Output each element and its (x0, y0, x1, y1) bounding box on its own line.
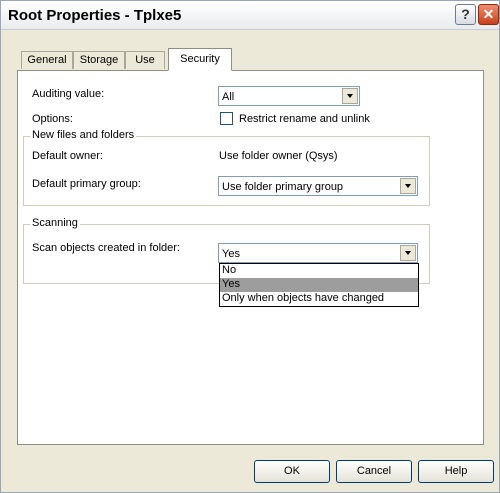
chevron-down-icon[interactable] (400, 245, 416, 261)
scan-option-no[interactable]: No (220, 264, 418, 278)
tab-storage-label: Storage (79, 54, 119, 66)
tab-security[interactable]: Security (168, 48, 232, 71)
chevron-down-icon[interactable] (342, 88, 358, 104)
default-group-value: Use folder primary group (222, 181, 344, 193)
cancel-button[interactable]: Cancel (336, 460, 412, 483)
default-group-label: Default primary group: (32, 178, 141, 190)
auditing-label: Auditing value: (32, 88, 105, 100)
scan-select[interactable]: Yes (218, 243, 418, 263)
scan-dropdown-list: No Yes Only when objects have changed (219, 263, 419, 307)
default-owner-value: Use folder owner (Qsys) (219, 150, 338, 162)
auditing-select[interactable]: All (218, 86, 360, 106)
new-files-legend: New files and folders (30, 129, 137, 141)
window-title: Root Properties - Tplxe5 (8, 7, 182, 24)
tab-storage[interactable]: Storage (73, 51, 125, 69)
tab-general-label: General (27, 54, 67, 66)
tab-security-label: Security (180, 53, 220, 65)
options-label: Options: (32, 113, 73, 125)
tab-use-label: Use (135, 54, 155, 66)
restrict-checkbox[interactable] (220, 112, 233, 125)
chevron-down-icon[interactable] (400, 178, 416, 194)
ok-button[interactable]: OK (254, 460, 330, 483)
default-group-select[interactable]: Use folder primary group (218, 176, 418, 196)
default-owner-label: Default owner: (32, 150, 103, 162)
tab-general[interactable]: General (21, 51, 73, 69)
properties-dialog: Root Properties - Tplxe5 ? ✕ General Sto… (0, 0, 500, 493)
scan-value: Yes (222, 248, 240, 260)
scanning-legend: Scanning (30, 217, 80, 229)
title-bar[interactable]: Root Properties - Tplxe5 ? ✕ (1, 1, 499, 30)
restrict-label: Restrict rename and unlink (239, 113, 370, 125)
help-icon[interactable]: ? (455, 4, 476, 25)
scan-option-yes[interactable]: Yes (220, 278, 418, 292)
tab-use[interactable]: Use (125, 51, 165, 69)
auditing-value: All (222, 91, 235, 103)
help-button[interactable]: Help (418, 460, 494, 483)
close-icon[interactable]: ✕ (478, 4, 499, 25)
scan-label: Scan objects created in folder: (32, 242, 180, 254)
scan-option-changed[interactable]: Only when objects have changed (220, 292, 418, 306)
